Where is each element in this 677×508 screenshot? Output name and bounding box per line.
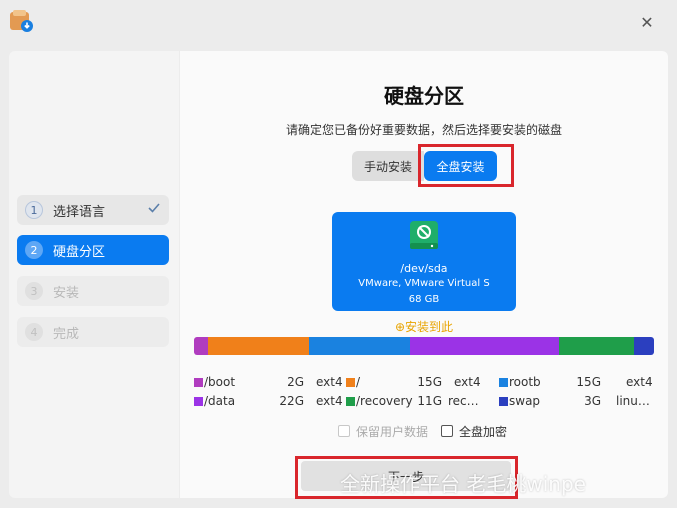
legend-swap: swap 3G linu…	[499, 394, 650, 410]
legend-swatch	[499, 378, 508, 387]
partition-fs: ext4	[454, 375, 481, 389]
disk-card[interactable]: /dev/sda VMware, VMware Virtual S 68 GB	[332, 212, 516, 311]
legend-swatch	[346, 378, 355, 387]
partition-fs: linu…	[616, 394, 650, 408]
partition-size: 22G	[279, 394, 304, 408]
step-finish: 4 完成	[17, 317, 169, 347]
partition-segment	[308, 337, 411, 355]
step-install: 3 安装	[17, 276, 169, 306]
partition-name: rootb	[509, 375, 541, 389]
full-disk-encrypt-checkbox[interactable]	[441, 425, 453, 437]
partition-fs: ext4	[316, 375, 343, 389]
legend-swatch	[194, 378, 203, 387]
legend-swatch	[194, 397, 203, 406]
partition-segment	[207, 337, 309, 355]
step-number: 2	[25, 241, 43, 259]
disk-icon	[410, 221, 438, 249]
full-disk-encrypt-option[interactable]: 全盘加密	[441, 423, 507, 439]
step-label: 选择语言	[53, 204, 106, 220]
keep-user-data-label: 保留用户数据	[356, 424, 429, 439]
full-disk-encrypt-label: 全盘加密	[459, 424, 508, 439]
full-disk-install-tab[interactable]: 全盘安装	[424, 151, 497, 181]
disk-size: 68 GB	[408, 294, 440, 305]
partition-size: 2G	[287, 375, 304, 389]
partition-segment	[559, 337, 634, 355]
steps-sidebar: 1 选择语言 2 硬盘分区 3 安装 4 完成	[9, 51, 179, 498]
partition-name: /data	[204, 394, 236, 408]
install-here-label: ⊕安装到此	[394, 320, 454, 334]
step-number: 3	[25, 282, 43, 300]
step-number: 4	[25, 323, 43, 341]
keep-user-data-option[interactable]: 保留用户数据	[338, 423, 428, 439]
legend-rootb: rootb 15G ext4	[499, 375, 653, 391]
close-icon: ✕	[640, 12, 654, 32]
step-label: 硬盘分区	[53, 244, 106, 260]
page-title: 硬盘分区	[384, 84, 464, 108]
partition-size: 15G	[417, 375, 442, 389]
manual-install-tab[interactable]: 手动安装	[352, 151, 424, 181]
step-disk-partition[interactable]: 2 硬盘分区	[17, 235, 169, 265]
partition-name: /	[356, 375, 361, 389]
partition-panel: 硬盘分区 请确定您已备份好重要数据，然后选择要安装的磁盘 手动安装 全盘安装 /…	[180, 51, 668, 499]
legend-data: /data 22G ext4	[194, 394, 343, 410]
disk-device-name: /dev/sda	[400, 262, 448, 275]
partition-name: swap	[509, 394, 541, 408]
partition-segment	[194, 337, 208, 355]
partition-bar	[194, 337, 654, 355]
step-select-language[interactable]: 1 选择语言	[17, 195, 169, 225]
partition-segment	[410, 337, 560, 355]
keep-user-data-checkbox[interactable]	[338, 425, 350, 437]
legend-recovery: /recovery 11G rec…	[346, 394, 486, 410]
partition-fs: ext4	[626, 375, 653, 389]
legend-swatch	[499, 397, 508, 406]
partition-segment	[633, 337, 654, 355]
step-number: 1	[25, 201, 43, 219]
checkmark-icon	[148, 203, 160, 213]
close-button[interactable]: ✕	[636, 11, 658, 33]
partition-fs: ext4	[316, 394, 343, 408]
partition-size: 3G	[584, 394, 601, 408]
watermark-text: 全新操作平台 老毛桃winpe	[340, 472, 586, 496]
disk-model: VMware, VMware Virtual S	[358, 278, 490, 289]
page-subtitle: 请确定您已备份好重要数据，然后选择要安装的磁盘	[285, 123, 562, 137]
partition-size: 11G	[417, 394, 442, 408]
partition-name: /boot	[204, 375, 236, 389]
partition-size: 15G	[576, 375, 601, 389]
legend-root: / 15G ext4	[346, 375, 486, 391]
installer-app-icon	[9, 9, 33, 33]
step-label: 安装	[53, 285, 80, 301]
step-label: 完成	[53, 326, 80, 342]
legend-swatch	[346, 397, 355, 406]
partition-fs: rec…	[448, 394, 479, 408]
legend-boot: /boot 2G ext4	[194, 375, 343, 391]
